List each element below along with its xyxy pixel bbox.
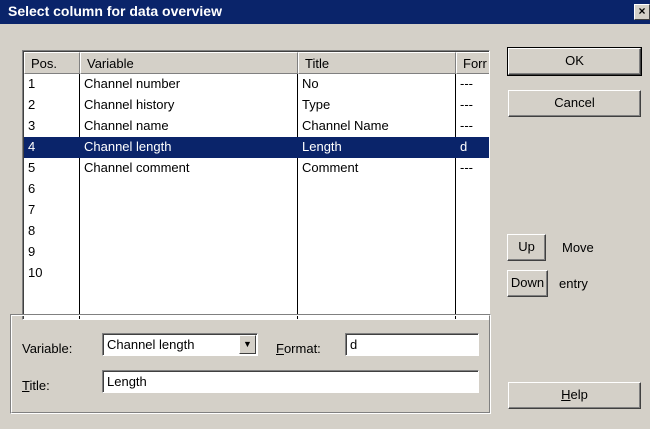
list-row[interactable]: 9 — [24, 242, 489, 263]
cell-pos: 8 — [28, 223, 36, 238]
cell-title — [298, 221, 456, 242]
cell-pos: 3 — [28, 118, 36, 133]
format-label: Format: — [276, 341, 321, 356]
cell-format — [456, 221, 489, 242]
cell-title — [298, 263, 456, 284]
cell-title: Type — [302, 97, 331, 112]
cell-title — [298, 179, 456, 200]
move-label: Move — [562, 240, 594, 255]
cell-format: --- — [460, 118, 473, 133]
header-format[interactable]: Forr — [456, 52, 489, 74]
cell-pos: 7 — [28, 202, 36, 217]
help-accel: H — [561, 387, 571, 402]
list-row[interactable]: 7 — [24, 200, 489, 221]
cell-format: d — [460, 139, 468, 154]
cell-variable: Channel comment — [84, 160, 190, 175]
move-down-button[interactable]: Down — [507, 270, 548, 297]
cell-variable — [80, 242, 298, 263]
cancel-button[interactable]: Cancel — [508, 90, 641, 117]
help-rest: elp — [570, 387, 588, 402]
help-button[interactable]: Help — [508, 382, 641, 409]
cell-format — [456, 200, 489, 221]
chevron-down-icon[interactable]: ▼ — [239, 335, 256, 354]
window-title: Select column for data overview — [8, 3, 222, 19]
cell-variable — [80, 221, 298, 242]
cell-variable: Channel name — [84, 118, 169, 133]
cell-title — [298, 200, 456, 221]
column-list[interactable]: Pos. Variable Title Forr 1 Channel number… — [22, 50, 490, 320]
header-variable[interactable]: Variable — [80, 52, 298, 74]
title-label: Title: — [22, 378, 50, 393]
cell-title: Channel Name — [302, 118, 389, 133]
list-row[interactable]: 10 — [24, 263, 489, 284]
cell-format — [456, 179, 489, 200]
cell-variable — [80, 263, 298, 284]
cell-pos: 5 — [28, 160, 36, 175]
cell-pos: 9 — [28, 244, 36, 259]
entry-label: entry — [559, 276, 588, 291]
cell-title: No — [302, 76, 319, 91]
title-bar: Select column for data overview × — [0, 0, 650, 24]
variable-label: Variable: — [22, 341, 73, 356]
list-row[interactable]: 4 Channel length Length d — [24, 137, 489, 158]
list-row[interactable]: 1 Channel number No --- — [24, 74, 489, 95]
cell-pos: 6 — [28, 181, 36, 196]
cell-variable: Channel number — [84, 76, 181, 91]
cell-pos: 10 — [28, 265, 43, 280]
move-up-button[interactable]: Up — [507, 234, 546, 261]
dialog-body: Pos. Variable Title Forr 1 Channel number… — [0, 24, 650, 429]
variable-combobox[interactable]: Channel length ▼ — [102, 333, 258, 356]
cell-format — [456, 263, 489, 284]
list-row[interactable]: 6 — [24, 179, 489, 200]
cell-format: --- — [460, 97, 473, 112]
cell-variable — [80, 200, 298, 221]
ok-button[interactable]: OK — [507, 47, 642, 76]
list-header: Pos. Variable Title Forr — [24, 52, 489, 74]
format-field[interactable]: d — [345, 333, 479, 356]
cell-title — [298, 242, 456, 263]
list-row[interactable]: 2 Channel history Type --- — [24, 95, 489, 116]
cell-title: Comment — [302, 160, 359, 175]
cell-pos: 1 — [28, 76, 36, 91]
cell-pos: 4 — [28, 139, 36, 154]
cell-variable: Channel length — [84, 139, 172, 154]
header-pos[interactable]: Pos. — [24, 52, 80, 74]
cell-format: --- — [460, 76, 473, 91]
list-row[interactable]: 5 Channel comment Comment --- — [24, 158, 489, 179]
cell-pos: 2 — [28, 97, 36, 112]
edit-group — [10, 314, 491, 414]
cell-variable — [80, 179, 298, 200]
variable-value: Channel length — [107, 337, 195, 352]
title-field[interactable]: Length — [102, 370, 479, 393]
cell-format — [456, 242, 489, 263]
close-button[interactable]: × — [634, 4, 650, 20]
list-row[interactable]: 3 Channel name Channel Name --- — [24, 116, 489, 137]
header-title[interactable]: Title — [298, 52, 456, 74]
cell-title: Length — [302, 139, 342, 154]
list-row[interactable]: 8 — [24, 221, 489, 242]
close-icon: × — [638, 4, 646, 18]
cell-variable: Channel history — [84, 97, 175, 112]
cell-format: --- — [460, 160, 473, 175]
